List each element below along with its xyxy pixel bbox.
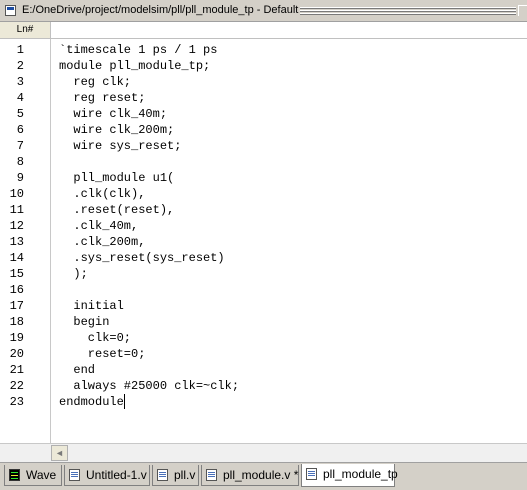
line-number: 12	[9, 219, 24, 233]
code-text[interactable]: wire clk_200m;	[59, 122, 174, 138]
code-line[interactable]: 22 always #25000 clk=~clk;	[0, 378, 527, 394]
code-text[interactable]: end	[59, 362, 95, 378]
document-window-icon	[5, 5, 16, 16]
code-text[interactable]: begin	[59, 314, 109, 330]
line-number: 16	[9, 283, 24, 297]
line-number: 7	[16, 139, 24, 153]
code-text[interactable]: endmodule	[59, 394, 124, 410]
window-control-button[interactable]	[518, 5, 527, 16]
code-line[interactable]: 8	[0, 154, 527, 170]
tab-label: pll_module_tp	[323, 467, 398, 481]
code-line[interactable]: 6 wire clk_200m;	[0, 122, 527, 138]
document-icon	[206, 469, 217, 481]
line-number: 14	[9, 251, 24, 265]
tab-label: pll_module.v *	[223, 468, 299, 482]
document-icon	[69, 469, 80, 481]
code-text[interactable]: reg reset;	[59, 90, 145, 106]
line-number: 23	[9, 395, 24, 409]
line-number: 3	[16, 75, 24, 89]
code-text[interactable]: reset=0;	[59, 346, 146, 362]
window-title: E:/OneDrive/project/modelsim/pll/pll_mod…	[22, 4, 299, 16]
line-number: 1	[16, 43, 24, 57]
code-line[interactable]: 21 end	[0, 362, 527, 378]
tab-pll-module-v[interactable]: pll_module.v *	[201, 465, 299, 486]
code-line[interactable]: 18 begin	[0, 314, 527, 330]
text-caret	[124, 394, 125, 409]
code-text[interactable]: .sys_reset(sys_reset)	[59, 250, 224, 266]
code-line[interactable]: 16	[0, 282, 527, 298]
line-number: 15	[9, 267, 24, 281]
source-editor[interactable]: 1 `timescale 1 ps / 1 ps 2 module pll_modul…	[0, 39, 527, 443]
code-text[interactable]: pll_module u1(	[59, 170, 174, 186]
tab-wave[interactable]: Wave	[4, 465, 62, 486]
tab-pll-module-tp[interactable]: pll_module_tp	[301, 464, 398, 487]
code-line[interactable]: 7 wire sys_reset;	[0, 138, 527, 154]
code-line[interactable]: 17 initial	[0, 298, 527, 314]
code-line[interactable]: 9 pll_module u1(	[0, 170, 527, 186]
code-text[interactable]: );	[59, 266, 87, 282]
code-text[interactable]: always #25000 clk=~clk;	[59, 378, 239, 394]
line-number: 5	[16, 107, 24, 121]
code-line[interactable]: 12 .clk_40m,	[0, 218, 527, 234]
horizontal-scrollbar[interactable]: ◄	[0, 443, 527, 462]
code-line[interactable]: 2 module pll_module_tp;	[0, 58, 527, 74]
code-line[interactable]: 11 .reset(reset),	[0, 202, 527, 218]
line-number: 18	[9, 315, 24, 329]
document-icon	[157, 469, 168, 481]
title-bar-drag-grip[interactable]	[300, 7, 516, 15]
line-number: 19	[9, 331, 24, 345]
tab-label: Wave	[26, 468, 57, 482]
code-text[interactable]: initial	[59, 298, 123, 314]
line-number: 17	[9, 299, 24, 313]
document-tab-bar: Wave Untitled-1.v pll.v pll_module.v * p…	[0, 462, 527, 490]
code-line[interactable]: 1 `timescale 1 ps / 1 ps	[0, 42, 527, 58]
scroll-left-arrow-icon[interactable]: ◄	[51, 445, 68, 461]
wave-window-icon	[9, 469, 20, 481]
tab-pll-v[interactable]: pll.v	[152, 465, 199, 486]
line-number: 11	[9, 203, 24, 217]
tab-label: Untitled-1.v	[86, 468, 147, 482]
line-number-column-header: Ln#	[0, 22, 51, 38]
line-number: 13	[9, 235, 24, 249]
code-text[interactable]: wire clk_40m;	[59, 106, 167, 122]
line-number: 8	[16, 155, 24, 169]
line-number: 21	[9, 363, 24, 377]
code-line[interactable]: 3 reg clk;	[0, 74, 527, 90]
code-text[interactable]: .clk_40m,	[59, 218, 138, 234]
line-number: 22	[9, 379, 24, 393]
code-text[interactable]: module pll_module_tp;	[59, 58, 210, 74]
line-number: 2	[16, 59, 24, 73]
code-line[interactable]: 10 .clk(clk),	[0, 186, 527, 202]
document-icon	[306, 468, 317, 480]
line-number: 10	[9, 187, 24, 201]
code-text[interactable]: `timescale 1 ps / 1 ps	[59, 42, 217, 58]
code-line[interactable]: 13 .clk_200m,	[0, 234, 527, 250]
code-line[interactable]: 20 reset=0;	[0, 346, 527, 362]
code-text[interactable]: .clk_200m,	[59, 234, 145, 250]
line-number: 9	[16, 171, 24, 185]
code-text[interactable]: reg clk;	[59, 74, 131, 90]
code-text[interactable]: .clk(clk),	[59, 186, 145, 202]
window-title-bar[interactable]: E:/OneDrive/project/modelsim/pll/pll_mod…	[0, 0, 527, 22]
code-line[interactable]: 5 wire clk_40m;	[0, 106, 527, 122]
line-number: 4	[16, 91, 24, 105]
code-line[interactable]: 14 .sys_reset(sys_reset)	[0, 250, 527, 266]
line-number: 20	[9, 347, 24, 361]
code-line[interactable]: 4 reg reset;	[0, 90, 527, 106]
code-text[interactable]: wire sys_reset;	[59, 138, 181, 154]
code-line[interactable]: 23 endmodule	[0, 394, 527, 410]
code-text[interactable]: clk=0;	[59, 330, 131, 346]
code-line[interactable]: 15 );	[0, 266, 527, 282]
tab-label: pll.v	[174, 468, 196, 482]
line-number: 6	[16, 123, 24, 137]
code-line[interactable]: 19 clk=0;	[0, 330, 527, 346]
code-text[interactable]: .reset(reset),	[59, 202, 174, 218]
tab-untitled-1[interactable]: Untitled-1.v	[64, 465, 150, 486]
editor-header: Ln#	[0, 22, 527, 39]
